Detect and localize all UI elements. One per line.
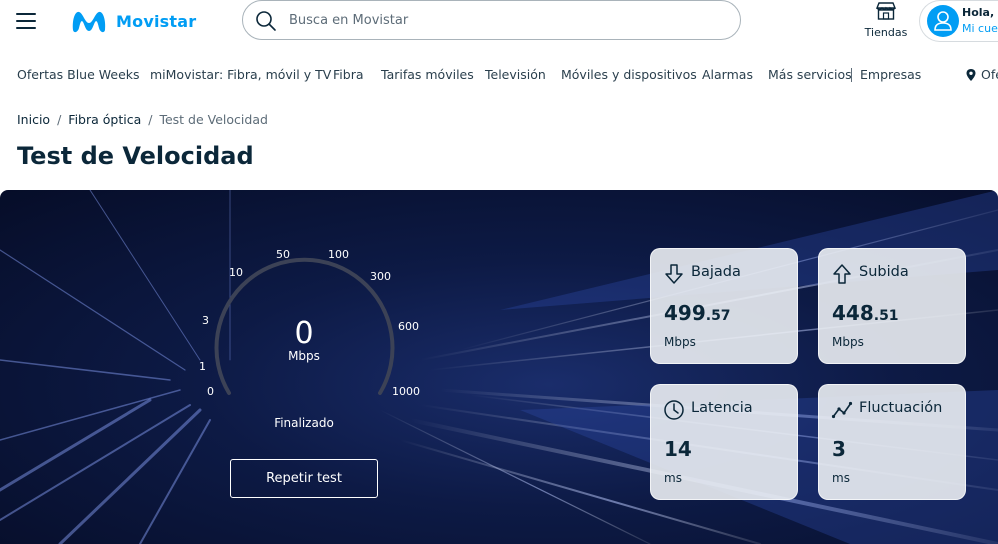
nav-item-fibra[interactable]: Fibra (333, 67, 364, 82)
breadcrumb-fibra-optica[interactable]: Fibra óptica (68, 112, 141, 127)
search-icon[interactable] (255, 10, 277, 32)
nav-divider (851, 68, 852, 82)
movistar-logo[interactable]: Movistar (70, 6, 196, 36)
test-status: Finalizado (274, 416, 334, 430)
nav-item-alarmas[interactable]: Alarmas (702, 67, 753, 82)
gauge-tick-0: 0 (207, 385, 214, 398)
download-card: Bajada 499.57 Mbps (650, 248, 798, 364)
nav-item-empresas[interactable]: Empresas (860, 67, 921, 82)
gauge-tick-600: 600 (398, 320, 419, 333)
upload-value-decimal: .51 (873, 308, 899, 324)
menu-icon[interactable] (16, 11, 38, 29)
nav-item-blue-weeks[interactable]: Ofertas Blue Weeks (17, 67, 140, 82)
upload-value-integer: 448 (832, 301, 874, 325)
download-unit: Mbps (664, 335, 696, 349)
upload-unit: Mbps (832, 335, 864, 349)
download-value-integer: 499 (664, 301, 706, 325)
gauge-tick-10: 10 (229, 266, 243, 279)
my-account-link[interactable]: Mi cuenta (962, 22, 998, 35)
gauge-speed-value: 0 (294, 316, 314, 351)
stores-label: Tiendas (864, 26, 908, 39)
breadcrumb-inicio[interactable]: Inicio (17, 112, 50, 127)
nav-item-moviles-dispositivos[interactable]: Móviles y dispositivos (561, 67, 697, 82)
gauge-tick-100: 100 (328, 248, 349, 261)
clock-icon (664, 400, 684, 420)
brand-name: Movistar (116, 11, 197, 31)
jitter-unit: ms (832, 471, 850, 485)
nav-item-television[interactable]: Televisión (485, 67, 546, 82)
gauge-tick-1: 1 (199, 360, 206, 373)
page-title: Test de Velocidad (17, 142, 254, 170)
latency-value: 14 (664, 437, 692, 461)
breadcrumb-current: Test de Velocidad (159, 112, 268, 127)
store-icon (875, 2, 897, 20)
movistar-m-icon (72, 11, 106, 33)
gauge-tick-1000: 1000 (392, 385, 420, 398)
user-greeting: Hola, Z. (962, 6, 998, 19)
nav-item-mas-servicios[interactable]: Más servicios (768, 67, 852, 82)
repeat-test-button[interactable]: Repetir test (230, 459, 378, 498)
nav-item-tarifas-moviles[interactable]: Tarifas móviles (381, 67, 474, 82)
nav-item-ofertas-location[interactable]: Ofertas (981, 67, 998, 82)
avatar (927, 5, 959, 37)
download-value-decimal: .57 (705, 308, 731, 324)
jitter-title: Fluctuación (859, 400, 943, 416)
arrow-up-icon (833, 264, 851, 284)
upload-card: Subida 448.51 Mbps (818, 248, 966, 364)
search-bar[interactable] (242, 0, 741, 40)
speedtest-panel: 0 1 3 10 50 100 300 600 1000 0 Mbps Fina… (0, 190, 998, 544)
trend-line-icon (831, 401, 853, 419)
gauge-tick-300: 300 (370, 270, 391, 283)
download-title: Bajada (691, 264, 741, 280)
user-account-button[interactable]: Hola, Z. Mi cuenta (919, 0, 998, 42)
breadcrumb-separator: / (148, 112, 153, 127)
user-icon (934, 11, 952, 31)
search-input[interactable] (289, 9, 709, 31)
arrow-down-icon (665, 264, 683, 284)
download-value: 499.57 (664, 301, 731, 325)
location-pin-icon[interactable] (965, 68, 977, 82)
upload-value: 448.51 (832, 301, 899, 325)
nav-item-mimovistar[interactable]: miMovistar: Fibra, móvil y TV (150, 67, 331, 82)
gauge-speed-unit: Mbps (288, 349, 320, 363)
gauge-tick-3: 3 (202, 314, 209, 327)
latency-title: Latencia (691, 400, 753, 416)
jitter-value: 3 (832, 437, 846, 461)
breadcrumb: Inicio / Fibra óptica / Test de Velocidad (17, 112, 268, 127)
jitter-card: Fluctuación 3 ms (818, 384, 966, 500)
top-header: Movistar Tiendas Hola, Z. Mi cuenta (0, 0, 998, 46)
main-nav: Ofertas Blue Weeks miMovistar: Fibra, mó… (0, 60, 998, 90)
gauge-tick-50: 50 (276, 248, 290, 261)
breadcrumb-separator: / (57, 112, 62, 127)
latency-unit: ms (664, 471, 682, 485)
stores-link[interactable]: Tiendas (862, 2, 910, 39)
upload-title: Subida (859, 264, 909, 280)
latency-card: Latencia 14 ms (650, 384, 798, 500)
